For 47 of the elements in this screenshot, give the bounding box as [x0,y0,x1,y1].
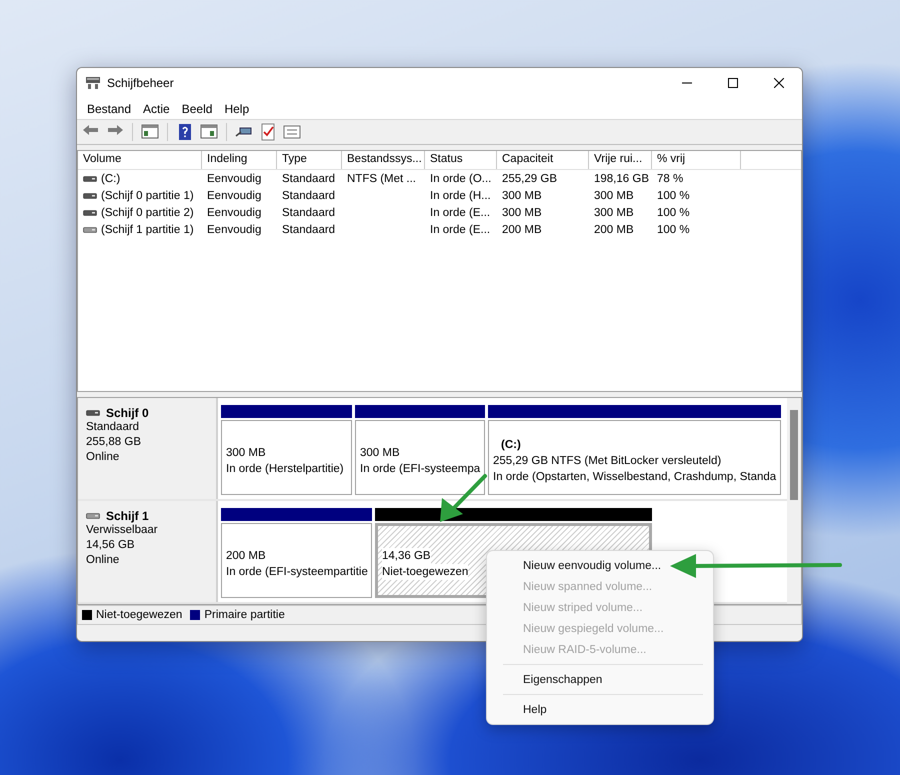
table-cell: 100 % [657,224,690,236]
partition-size: 255,29 GB NTFS (Met BitLocker versleuteld) [493,452,722,468]
table-cell: NTFS (Met ... [347,172,416,184]
legend-label: Niet-toegewezen [96,609,182,621]
table-cell: 200 MB [502,224,542,236]
disk-type: Standaard [86,420,140,435]
table-cell: Standaard [282,190,336,202]
table-cell: (C:) [101,172,120,184]
disk-size: 255,88 GB [86,435,142,450]
partition-status: In orde (EFI-systeempartitie [226,564,368,580]
table-cell: Eenvoudig [207,172,262,184]
table-cell: 100 % [657,206,690,218]
table-cell: 200 MB [594,224,634,236]
table-cell: 78 % [657,172,684,184]
table-cell: In orde (E... [430,224,490,236]
table-cell: (Schijf 1 partitie 1) [101,224,194,236]
table-cell: (Schijf 0 partitie 2) [101,206,194,218]
table-cell: 198,16 GB [594,172,649,184]
table-cell: 255,29 GB [502,172,557,184]
window-title: Schijfbeheer [107,76,174,90]
table-cell: Eenvoudig [207,190,262,202]
table-cell: 300 MB [594,190,634,202]
table-cell: Eenvoudig [207,224,262,236]
table-cell: Standaard [282,224,336,236]
table-cell: Standaard [282,172,336,184]
disk-status: Online [86,553,120,568]
disk-type: Verwisselbaar [86,523,159,538]
disk-status: Online [86,450,120,465]
legend-label: Primaire partitie [204,609,285,621]
partition-status: Niet-toegewezen [382,564,468,580]
table-cell: (Schijf 0 partitie 1) [101,190,194,202]
disk-name: Schijf 1 [106,509,149,523]
disk-size: 14,56 GB [86,538,136,553]
table-cell: 100 % [657,190,690,202]
table-cell: 300 MB [594,206,634,218]
table-cell: In orde (O... [430,172,492,184]
partition-size: 14,36 GB [382,548,431,564]
table-cell: In orde (E... [430,206,490,218]
table-cell: In orde (H... [430,190,491,202]
partition-status: In orde (Opstarten, Wisselbestand, Crashdump, Standa [493,468,776,484]
partition-status: In orde (Herstelpartitie) [226,460,344,476]
disk-name: Schijf 0 [106,406,149,420]
partition-status: In orde (EFI-systeempa [360,460,480,476]
table-cell: 300 MB [502,190,542,202]
table-cell: 300 MB [502,206,542,218]
table-cell: Standaard [282,206,336,218]
table-cell: Eenvoudig [207,206,262,218]
